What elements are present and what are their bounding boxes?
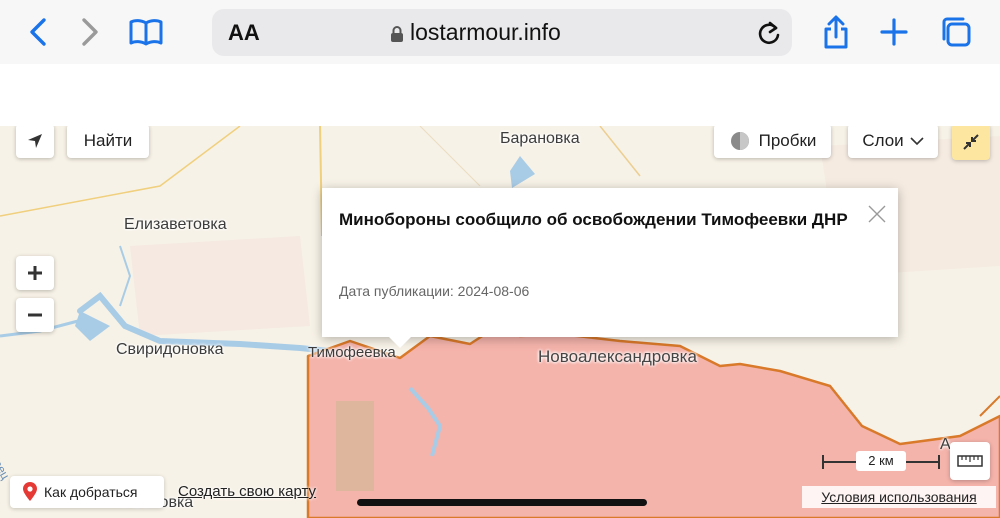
reload-button[interactable] [756, 19, 782, 52]
home-indicator [357, 499, 647, 506]
place-label: Елизаветовка [124, 216, 227, 233]
lock-icon [390, 25, 404, 48]
popup-title: Минобороны сообщило об освобождении Тимо… [339, 210, 848, 229]
new-tab-icon [880, 18, 908, 46]
terms-link[interactable]: Условия использования [802, 486, 996, 508]
place-label: Свиридоновка [116, 341, 224, 358]
reload-icon [758, 21, 780, 45]
text-size-button[interactable]: AA [228, 20, 260, 46]
minus-icon [28, 313, 42, 317]
share-button[interactable] [812, 8, 860, 56]
find-label: Найти [83, 131, 133, 150]
traffic-icon [730, 132, 749, 150]
ruler-button[interactable] [950, 442, 990, 480]
chevron-down-icon [910, 137, 924, 146]
geolocation-button[interactable] [16, 126, 54, 158]
ruler-icon [957, 455, 983, 467]
collapse-icon [963, 134, 979, 150]
map-pin-icon [23, 482, 37, 501]
bookmarks-button[interactable] [122, 8, 170, 56]
info-popup: Минобороны сообщило об освобождении Тимо… [322, 188, 898, 348]
address-bar[interactable]: AA lostarmour.info [212, 9, 792, 56]
place-label: Барановка [500, 130, 580, 147]
url-text: lostarmour.info [410, 19, 561, 45]
find-button[interactable]: Найти [67, 126, 149, 158]
create-map-link[interactable]: Создать свою карту [178, 483, 316, 500]
scale-bar: 2 км [822, 451, 940, 473]
traffic-label: Пробки [758, 131, 817, 150]
bookmarks-icon [129, 19, 163, 46]
map-view[interactable]: Барановка Елизаветовка Свиридоновка Тимо… [0, 126, 1000, 518]
popup-close-button[interactable] [867, 204, 887, 229]
tabs-button[interactable] [932, 8, 980, 56]
zoom-out-button[interactable] [16, 298, 54, 332]
plus-icon [28, 266, 42, 280]
layers-label: Слои [862, 131, 904, 150]
forward-icon [82, 18, 98, 46]
route-label: Как добраться [44, 484, 138, 500]
place-label: Новоалександровка [538, 347, 697, 366]
page-spacer [0, 64, 1000, 126]
close-icon [868, 205, 886, 223]
back-button[interactable] [14, 8, 62, 56]
forward-button[interactable] [66, 8, 114, 56]
browser-toolbar: AA lostarmour.info [0, 0, 1000, 64]
back-icon [30, 18, 46, 46]
place-label: Тимофеевка [308, 344, 396, 361]
popup-pointer [388, 336, 412, 348]
collapse-map-button[interactable] [952, 126, 990, 160]
traffic-button[interactable]: Пробки [714, 126, 831, 158]
layers-button[interactable]: Слои [848, 126, 938, 158]
location-arrow-icon [28, 134, 42, 148]
zoom-in-button[interactable] [16, 256, 54, 290]
popup-date: Дата публикации: 2024-08-06 [339, 283, 530, 299]
share-icon [824, 15, 848, 49]
scale-label: 2 км [856, 451, 906, 471]
route-button[interactable]: Как добраться [10, 476, 164, 508]
tabs-icon [942, 17, 971, 47]
new-tab-button[interactable] [870, 8, 918, 56]
